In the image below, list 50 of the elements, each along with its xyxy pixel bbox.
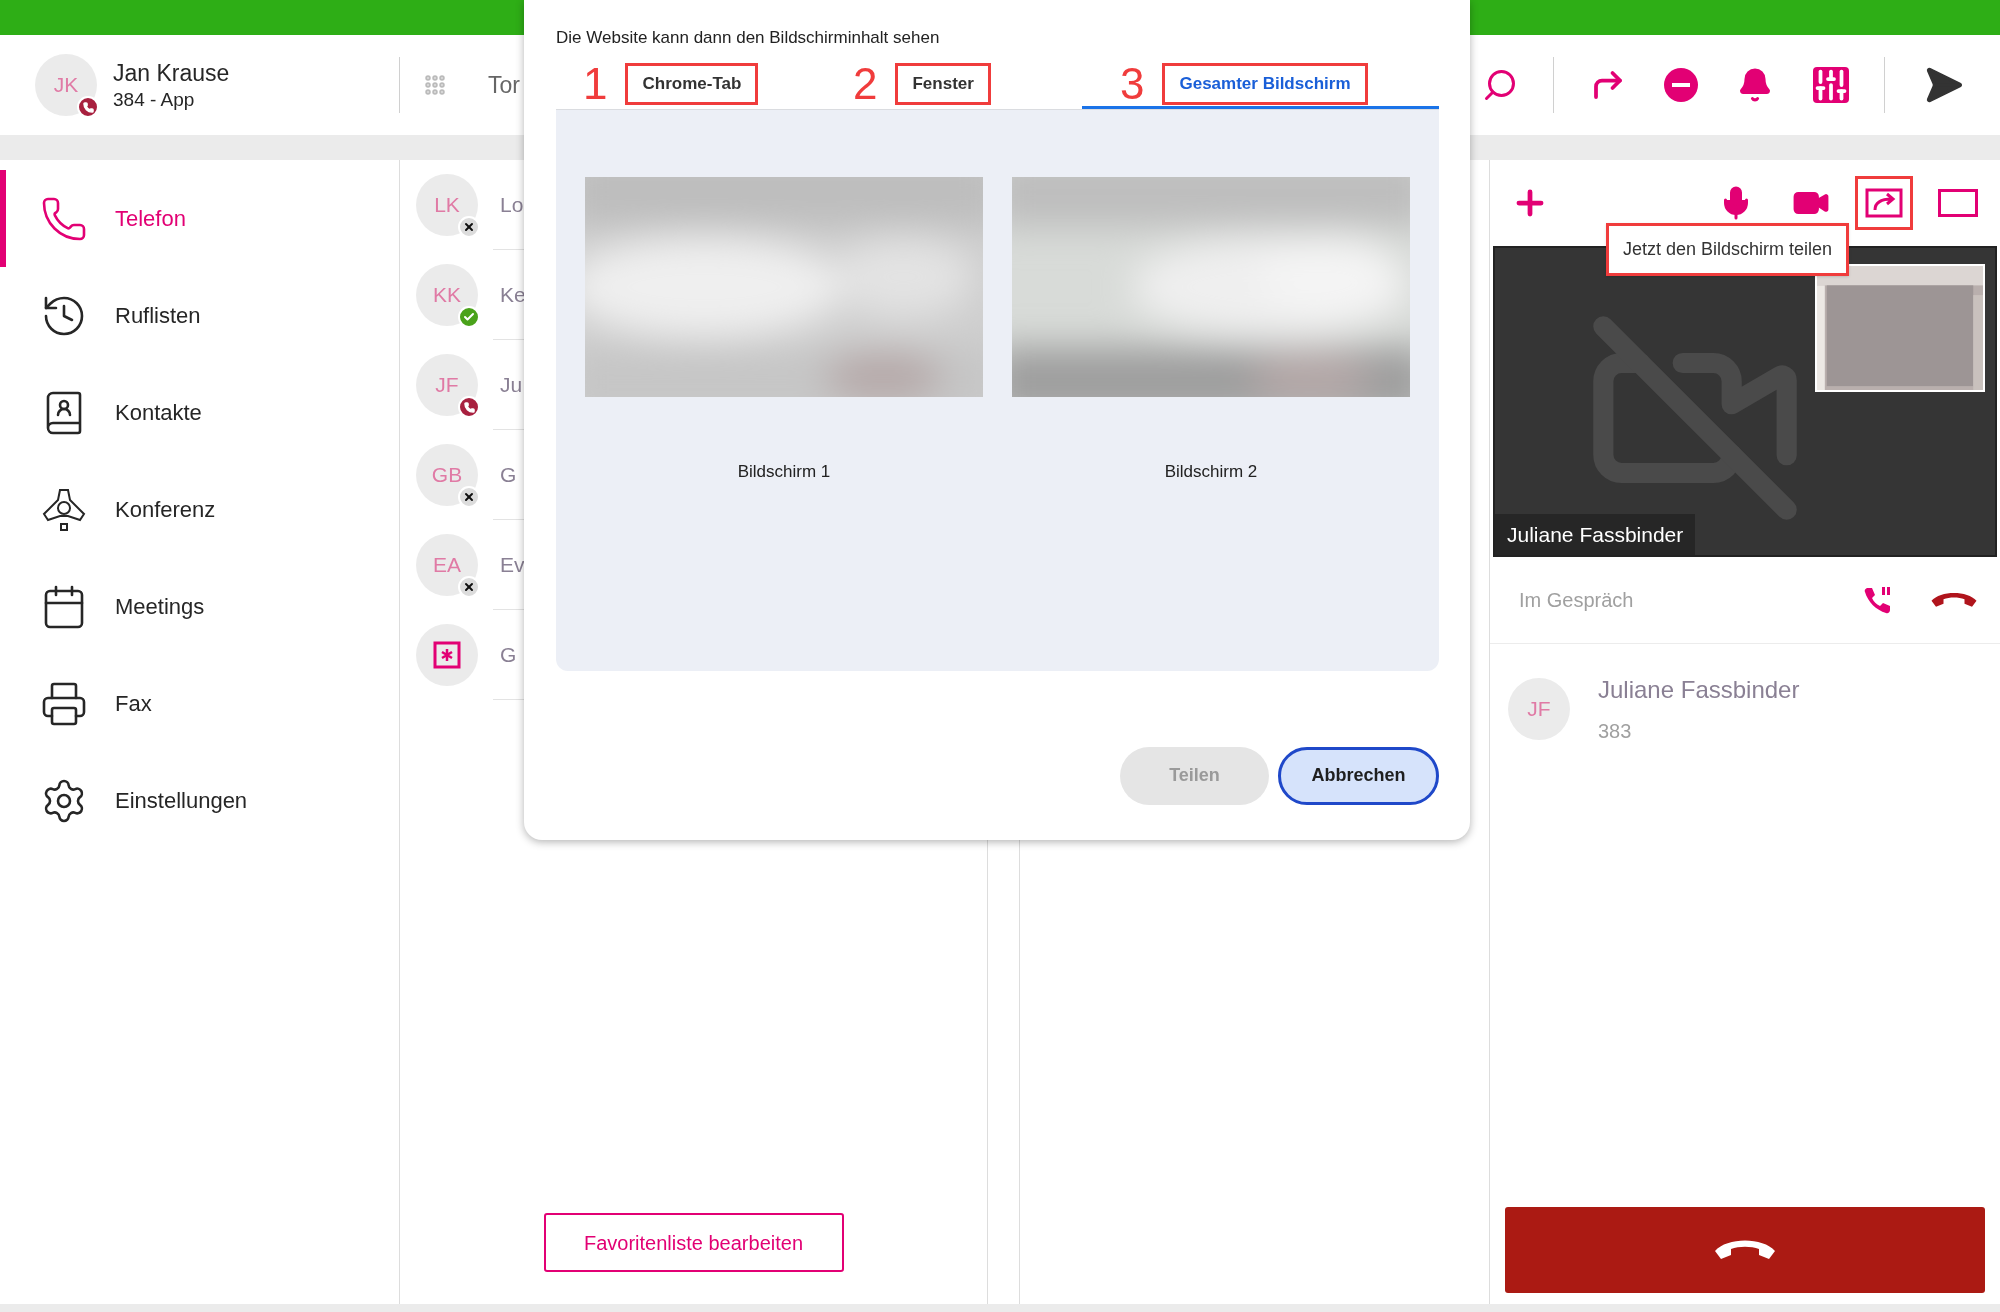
tab[interactable]: Chrome-Tab <box>625 63 759 105</box>
search-text[interactable]: Tor <box>488 67 520 103</box>
call-status: Im Gespräch <box>1519 588 1634 613</box>
sidebar-item[interactable]: Ruflisten <box>0 267 399 364</box>
video-caption: Juliane Fassbinder <box>1495 513 1696 555</box>
contact-name: Juliane Fassbinder <box>1598 675 1800 705</box>
contact-avatar[interactable]: KK <box>416 264 478 326</box>
cancel-button[interactable]: Abbrechen <box>1278 746 1439 805</box>
dialog-subtitle: Die Website kann dann den Bildschirminhalt sehen <box>556 27 941 49</box>
sidebar-item[interactable]: Einstellungen <box>0 752 399 849</box>
contact-avatar[interactable]: GB <box>416 444 478 506</box>
contact-number: 383 <box>1598 719 1633 744</box>
contact-avatar: JF <box>1508 678 1570 740</box>
sidebar-item[interactable]: Meetings <box>0 558 399 655</box>
contact-name[interactable]: Ev <box>500 548 525 581</box>
window-icon[interactable] <box>1938 189 1978 217</box>
star-box-icon <box>433 641 461 669</box>
sidebar-item[interactable]: Kontakte <box>0 364 399 461</box>
mixer-icon[interactable] <box>1813 67 1849 103</box>
sidebar-item[interactable]: Konferenz <box>0 461 399 558</box>
do-not-disturb-icon[interactable] <box>1664 68 1698 102</box>
annotation-number: 3 <box>1120 62 1145 106</box>
contact-avatar[interactable]: EA <box>416 534 478 596</box>
contact-name[interactable]: G <box>500 458 517 491</box>
annotation-number: 1 <box>583 62 608 106</box>
hold-call-icon[interactable] <box>1862 585 1892 615</box>
contact-name[interactable]: Ju <box>500 368 523 401</box>
user-line: 384 - App <box>113 87 196 112</box>
user-avatar[interactable]: JK <box>35 54 97 116</box>
contact-name[interactable]: Ke <box>500 278 526 311</box>
hang-up-icon <box>1713 1239 1777 1261</box>
search-icon[interactable] <box>1482 67 1518 103</box>
tab[interactable]: Gesamter Bildschirm <box>1162 63 1368 105</box>
contact-name[interactable]: G <box>500 638 517 671</box>
hang-up-icon <box>1930 591 1978 609</box>
sidebar-item[interactable]: Telefon <box>0 170 399 267</box>
annotation-number: 2 <box>853 62 878 106</box>
screen-option[interactable]: Bildschirm 2 <box>1012 176 1410 484</box>
contact-name[interactable]: Lo <box>500 188 524 221</box>
edit-favorites-button[interactable]: Favoritenliste bearbeiten <box>543 1213 844 1272</box>
tab[interactable]: Fenster <box>895 63 991 105</box>
user-name: Jan Krause <box>113 58 230 88</box>
contact-avatar[interactable]: LK <box>416 174 478 236</box>
sidebar-item[interactable]: Fax <box>0 655 399 752</box>
share-screen-icon <box>1865 188 1903 218</box>
tooltip: Jetzt den Bildschirm teilen <box>1606 223 1850 276</box>
share-screen-button[interactable] <box>1855 176 1913 230</box>
contact-avatar[interactable]: JF <box>416 354 478 416</box>
screen-option[interactable]: Bildschirm 1 <box>585 176 983 484</box>
bell-icon[interactable] <box>1737 67 1773 103</box>
